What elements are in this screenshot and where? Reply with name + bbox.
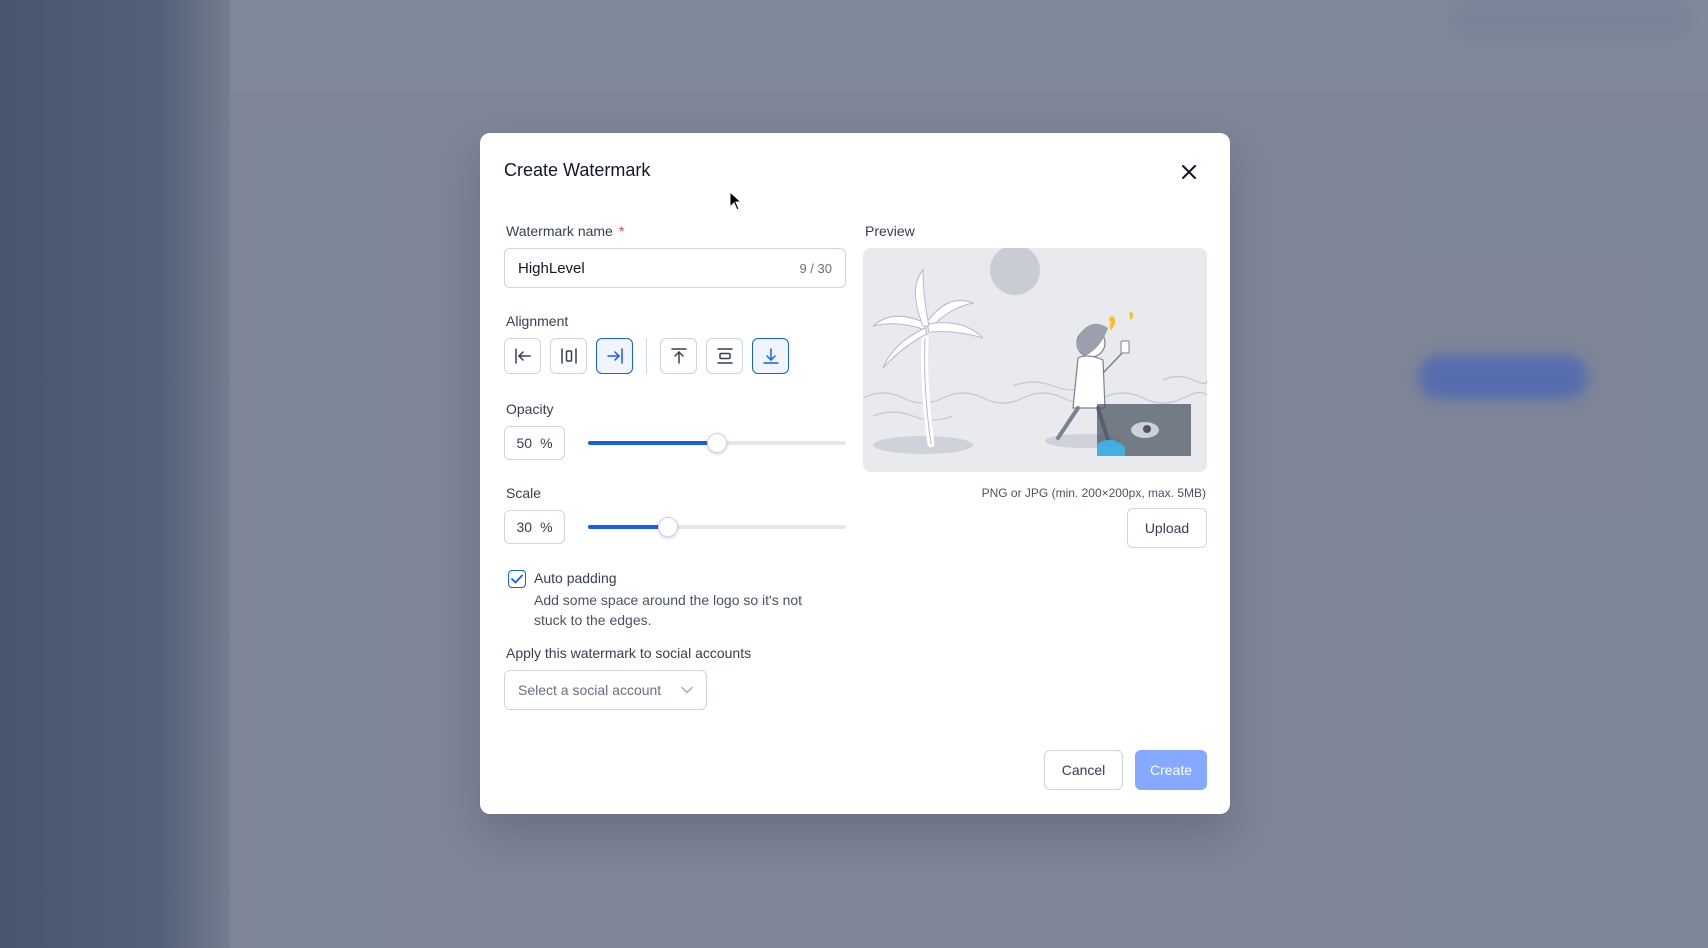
align-top-button[interactable] [660,338,697,374]
watermark-name-input[interactable]: HighLevel 9 / 30 [504,248,846,288]
close-button[interactable] [1177,160,1201,184]
close-icon [1182,165,1196,179]
create-watermark-dialog: Create Watermark Watermark name * HighLev… [480,133,1230,814]
align-top-icon [670,348,687,364]
checkmark-icon [511,574,523,584]
align-bottom-button[interactable] [752,338,789,374]
align-middle-button[interactable] [706,338,743,374]
opacity-slider-thumb[interactable] [707,433,727,453]
auto-padding-description: Add some space around the logo so it's n… [534,592,803,628]
align-left-button[interactable] [504,338,541,374]
preview-image [863,248,1207,472]
opacity-slider[interactable] [588,433,846,453]
watermark-name-label-text: Watermark name [506,223,613,239]
align-right-button[interactable] [596,338,633,374]
align-bottom-icon [762,348,779,364]
preview-label: Preview [865,223,915,239]
alignment-label: Alignment [506,313,569,329]
scale-unit: % [540,519,553,535]
align-right-icon [606,348,623,364]
opacity-slider-fill [588,441,717,445]
align-left-icon [514,348,531,364]
watermark-name-value[interactable]: HighLevel [518,260,799,277]
social-account-placeholder: Select a social account [518,682,662,698]
upload-button[interactable]: Upload [1127,508,1207,548]
dialog-title: Create Watermark [504,160,651,180]
required-mark: * [618,223,625,239]
create-button[interactable]: Create [1135,750,1207,790]
alignment-divider [646,338,647,374]
align-center-horizontal-button[interactable] [550,338,587,374]
opacity-value[interactable]: 50 [516,435,532,451]
mouse-pointer-icon [729,191,743,211]
scale-slider-thumb[interactable] [657,517,678,537]
opacity-label: Opacity [506,401,554,417]
character-counter: 9 / 30 [799,260,832,276]
align-middle-icon [716,348,733,364]
watermark-name-label: Watermark name * [506,223,624,239]
social-accounts-label: Apply this watermark to social accounts [506,645,752,661]
scale-label: Scale [506,485,542,501]
scale-value[interactable]: 30 [516,519,532,535]
social-account-select[interactable]: Select a social account [504,670,707,710]
opacity-input[interactable]: 50 % [504,426,565,460]
scale-slider-fill [588,525,668,529]
opacity-unit: % [540,435,553,451]
scale-input[interactable]: 30 % [504,510,565,544]
auto-padding-checkbox[interactable] [508,570,526,588]
align-center-horizontal-icon [560,348,577,364]
beach-illustration-image [863,248,1207,456]
cancel-button[interactable]: Cancel [1044,750,1123,790]
scale-slider[interactable] [588,517,846,537]
upload-hint: PNG or JPG (min. 200×200px, max. 5MB) [981,486,1206,500]
chevron-down-icon [681,686,693,694]
auto-padding-title: Auto padding [534,570,617,586]
